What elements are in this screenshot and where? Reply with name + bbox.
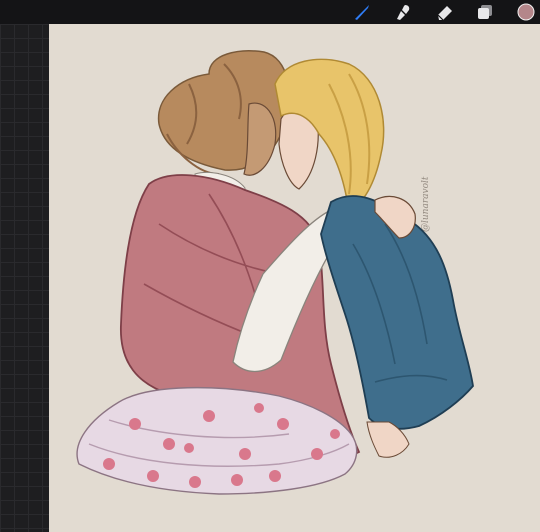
left-sidebar: [0, 24, 49, 532]
artist-watermark: @lunaravolt: [421, 176, 431, 232]
brush-tool-button[interactable]: [348, 0, 376, 24]
eraser-tool-button[interactable]: [431, 0, 459, 24]
eraser-icon: [435, 2, 455, 22]
artwork-illustration: [76, 50, 474, 495]
layers-tool-button[interactable]: [471, 0, 499, 24]
color-swatch: [516, 2, 536, 22]
brush-icon: [352, 2, 372, 22]
color-swatch-button[interactable]: [512, 0, 540, 24]
drawing-canvas[interactable]: @lunaravolt: [49, 24, 540, 532]
top-toolbar: [0, 0, 540, 24]
smudge-tool-button[interactable]: [390, 0, 418, 24]
layers-icon: [475, 2, 495, 22]
smudge-icon: [394, 2, 414, 22]
